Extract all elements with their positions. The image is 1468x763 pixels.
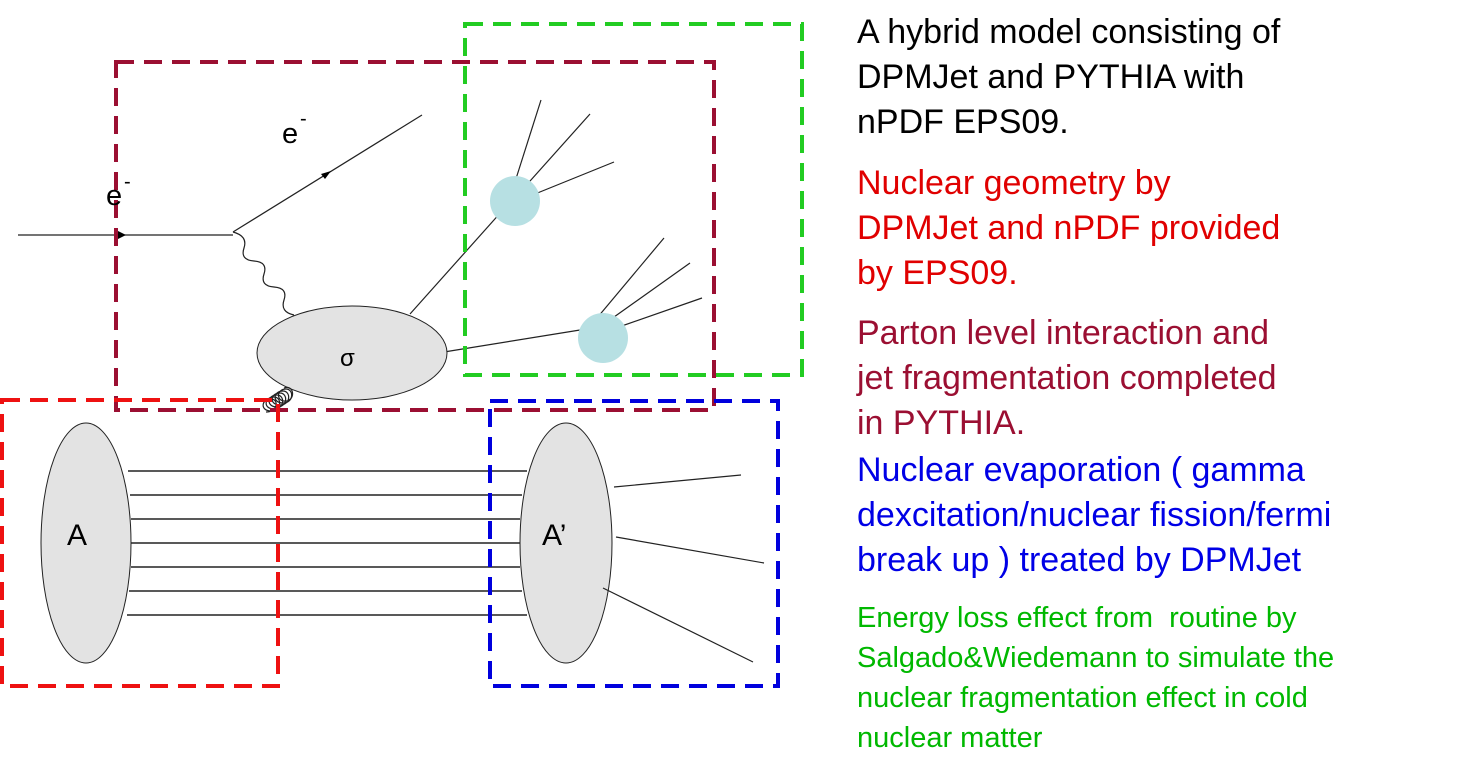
note-line: jet fragmentation completed <box>857 359 1277 397</box>
physics-diagram: e - e - σ A A’ <box>0 22 804 688</box>
outgoing-electron-charge: - <box>300 108 307 130</box>
energy-loss-note: Energy loss effect from routine by Salga… <box>857 598 1334 758</box>
hybrid-model-note: A hybrid model consisting of DPMJet and … <box>857 10 1280 145</box>
incoming-electron-charge: - <box>124 171 131 193</box>
note-line: Energy loss effect from routine by <box>857 602 1297 634</box>
note-line: A hybrid model consisting of <box>857 13 1281 51</box>
incoming-electron-label: e <box>106 180 122 212</box>
upper-jet-blob <box>490 176 540 226</box>
note-line: break up ) treated by DPMJet <box>857 541 1302 579</box>
note-line: nPDF EPS09. <box>857 103 1069 141</box>
outgoing-electron-label: e <box>282 118 298 150</box>
outgoing-electron-arrow <box>321 171 331 179</box>
note-line: dexcitation/nuclear fission/fermi <box>857 496 1332 534</box>
lower-jet-fragments <box>596 237 703 329</box>
note-line: Parton level interaction and <box>857 314 1270 352</box>
evaporation-note: Nuclear evaporation ( gamma dexcitation/… <box>857 448 1331 583</box>
nuclear-geometry-note: Nuclear geometry by DPMJet and nPDF prov… <box>857 161 1280 296</box>
nucleus-a-label: A <box>67 519 87 552</box>
virtual-photon-line <box>232 231 295 316</box>
nucleon-lines <box>127 470 527 616</box>
jet-line-upper <box>409 210 503 315</box>
lower-jet-blob <box>578 313 628 363</box>
note-line: Nuclear evaporation ( gamma <box>857 451 1305 489</box>
remnant-fragment-lines <box>602 474 765 663</box>
note-line: nuclear matter <box>857 722 1043 754</box>
nucleus-a-prime-label: A’ <box>542 519 566 552</box>
note-line: in PYTHIA. <box>857 404 1026 442</box>
note-line: Nuclear geometry by <box>857 164 1171 202</box>
note-line: nuclear fragmentation effect in cold <box>857 682 1308 714</box>
incoming-electron-arrow <box>118 231 126 239</box>
note-line: DPMJet and nPDF provided <box>857 209 1281 247</box>
parton-level-note: Parton level interaction and jet fragmen… <box>857 311 1277 446</box>
note-line: by EPS09. <box>857 254 1018 292</box>
note-line: Salgado&Wiedemann to simulate the <box>857 642 1335 674</box>
sigma-label: σ <box>340 345 355 372</box>
note-line: DPMJet and PYTHIA with <box>857 58 1245 96</box>
